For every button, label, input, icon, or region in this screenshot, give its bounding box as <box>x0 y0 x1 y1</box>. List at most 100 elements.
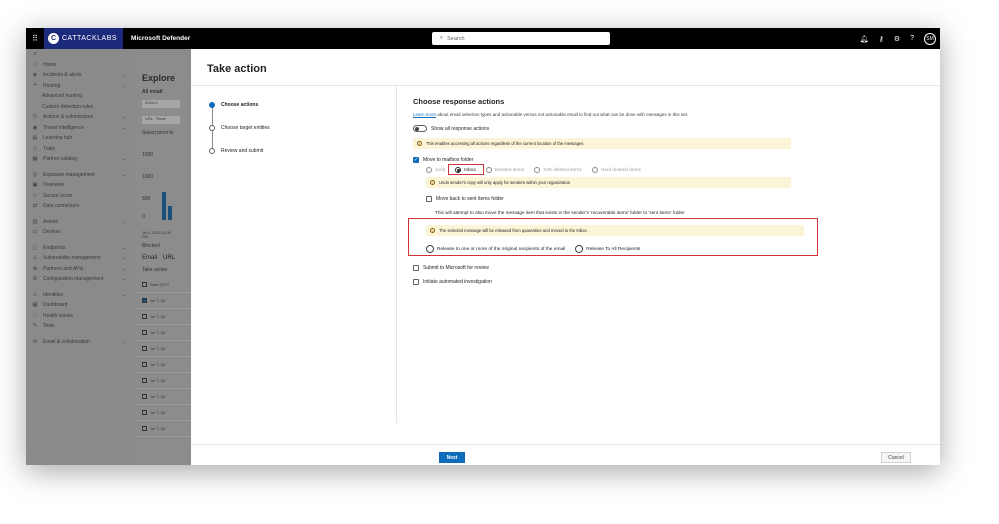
nav-item-email-collaboration[interactable]: ✉ Email & collaboration ⌄ <box>26 337 136 348</box>
nav-item-label: Identities <box>43 291 64 298</box>
gear-icon[interactable]: ⚙ <box>894 35 900 43</box>
step-review-submit[interactable]: Review and submit <box>209 139 389 162</box>
move-to-mailbox-checkbox[interactable]: ✓ <box>413 157 419 163</box>
step-dot <box>209 147 215 154</box>
investigation-checkbox[interactable] <box>413 279 419 285</box>
help-icon[interactable]: ? <box>910 35 914 42</box>
search-icon: ⌕ <box>440 35 444 41</box>
folder-options: Junk Inbox Deleted items Soft deleted it… <box>413 164 933 175</box>
nav-item-overview[interactable]: ▣ Overview <box>26 180 136 191</box>
step-choose-actions[interactable]: Choose actions <box>209 93 389 116</box>
y-tick: 1000 <box>142 174 154 180</box>
identities-icon: ☺ <box>32 291 38 298</box>
next-button[interactable]: Next <box>439 452 465 463</box>
nav-item-label: Endpoints <box>43 244 66 251</box>
nav-item-secure-score[interactable]: ☆ Secure score <box>26 191 136 202</box>
folder-option-soft-deleted[interactable]: Soft deleted items <box>534 167 582 173</box>
folder-option-hard-deleted[interactable]: Hard deleted items <box>591 167 641 173</box>
nav-item-trials[interactable]: ◇ Trials <box>26 144 136 155</box>
nav-item-label: Health issues <box>43 312 74 319</box>
nav-item-hunting[interactable]: ⌖ Hunting ⌄ <box>26 81 136 92</box>
footer-divider <box>191 444 940 445</box>
nav-item-actions-submissions[interactable]: ↻ Actions & submissions ⌄ <box>26 112 136 123</box>
nav-item-partner-catalog[interactable]: ▦ Partner catalog ⌄ <box>26 154 136 165</box>
tab-email: Email <box>142 255 158 261</box>
tab-all-email: All email <box>142 89 163 95</box>
nav-item-endpoints[interactable]: ▢ Endpoints ⌄ <box>26 243 136 254</box>
nav-item-vulnerability-management[interactable]: ⚠ Vulnerability management ⌄ <box>26 253 136 264</box>
nav-item-label: Assets <box>43 218 59 225</box>
move-to-mailbox-label: Move to mailbox folder <box>423 157 474 163</box>
undo-warning: i Undo sender's copy will only apply for… <box>426 177 791 188</box>
chevron-down-icon: ⌄ <box>122 265 126 271</box>
nav-item-identities[interactable]: ☺ Identities ⌄ <box>26 290 136 301</box>
folder-option-junk[interactable]: Junk <box>426 167 445 173</box>
key-icon[interactable]: ⚷ <box>879 35 884 43</box>
nav-item-assets[interactable]: ▥ Assets ⌄ <box>26 217 136 228</box>
nav-item-incidents-alerts[interactable]: ◈ Incidents & alerts ⌄ <box>26 70 136 81</box>
nav-item-home[interactable]: ⌂ Home <box>26 60 136 71</box>
row-checkbox <box>142 394 147 399</box>
show-all-toggle[interactable] <box>413 125 427 132</box>
row-checkbox <box>142 362 147 367</box>
table-row: Jul 7, 20 <box>136 325 191 341</box>
nav-item-configuration-management[interactable]: ⚙ Configuration management ⌄ <box>26 274 136 285</box>
brand: C CATTACKLABS <box>44 28 124 49</box>
table-row: Jul 7, 20 <box>136 373 191 389</box>
submit-review-checkbox[interactable] <box>413 265 419 271</box>
move-to-mailbox-row: ✓ Move to mailbox folder <box>413 157 933 163</box>
nav-item-health-issues[interactable]: ♡ Health issues <box>26 311 136 322</box>
nav-item-label: Trials <box>43 145 56 152</box>
brand-name: CATTACKLABS <box>62 35 118 42</box>
chevron-down-icon: ⌄ <box>122 244 126 250</box>
chevron-down-icon: ⌄ <box>122 291 126 297</box>
table-row: Jul 7, 20 <box>136 357 191 373</box>
app-launcher-icon[interactable]: ⠿ <box>26 34 44 43</box>
nav-item-label: Data connectors <box>43 203 80 210</box>
nav-item-label: Secure score <box>43 192 73 199</box>
nav-item-label: Exposure management <box>43 171 95 178</box>
response-actions-content: Choose response actions Learn more about… <box>408 93 933 285</box>
step-choose-target-entities[interactable]: Choose target entities <box>209 116 389 139</box>
investigation-row: Initiate automated investigation <box>413 279 933 285</box>
nav-item-advanced-hunting[interactable]: Advanced hunting <box>26 91 136 102</box>
nav-item-label: Partner catalog <box>43 156 77 163</box>
avatar[interactable]: SM <box>924 32 936 45</box>
nav-item-dashboard[interactable]: ▦ Dashboard <box>26 300 136 311</box>
table-row: Jul 7, 20 <box>136 405 191 421</box>
nav-item-learning-hub[interactable]: ▤ Learning hub <box>26 133 136 144</box>
row-date: Jul 7, 20 <box>150 410 166 415</box>
intel-icon: ◉ <box>32 124 38 131</box>
dashboard-icon: ▦ <box>32 302 38 309</box>
nav-item-threat-intelligence[interactable]: ◉ Threat intelligence ⌄ <box>26 123 136 134</box>
nav-item-custom-detection-rules[interactable]: Custom detection rules <box>26 102 136 113</box>
folder-option-deleted[interactable]: Deleted items <box>485 167 524 173</box>
search-input[interactable]: ⌕ Search <box>432 32 610 45</box>
row-date: Jul 7, 20 <box>150 362 166 367</box>
bell-icon[interactable]: 🔔︎ <box>860 35 869 43</box>
score-icon: ☆ <box>32 192 38 199</box>
nav-collapse-icon[interactable]: ≡ <box>26 49 136 60</box>
release-section: i The selected message will be released … <box>408 218 933 256</box>
nav-item-data-connectors[interactable]: ⇄ Data connectors <box>26 201 136 212</box>
table-row: Jul 7, 20 <box>136 389 191 405</box>
learn-more-link[interactable]: Learn more <box>413 112 436 117</box>
nav-item-label: Tools <box>43 323 55 330</box>
cancel-button[interactable]: Cancel <box>881 452 911 463</box>
nav-item-label: Actions & submissions <box>43 114 94 121</box>
move-back-checkbox[interactable] <box>426 196 432 202</box>
nav-item-exposure-management[interactable]: ◎ Exposure management ⌄ <box>26 170 136 181</box>
nav-item-tools[interactable]: ✎ Tools <box>26 321 136 332</box>
nav-item-partners-and-apis[interactable]: ⊕ Partners and APIs ⌄ <box>26 264 136 275</box>
left-nav: ≡ ⌂ Home ◈ Incidents & alerts ⌄ ⌖ Hunting ⌄ Adva… <box>26 49 136 465</box>
brand-logo-icon: C <box>48 33 59 44</box>
email-icon: ✉ <box>32 338 38 345</box>
table-row: Jul 7, 20 <box>136 309 191 325</box>
url-chip: URL · Rece <box>142 116 180 124</box>
row-checkbox <box>142 410 147 415</box>
chevron-down-icon: ⌄ <box>122 338 126 344</box>
shield-icon: ◈ <box>32 72 38 79</box>
nav-item-devices[interactable]: ▭ Devices <box>26 227 136 238</box>
move-back-note: This will attempt to also move the messa… <box>435 210 685 215</box>
row-checkbox <box>142 298 147 303</box>
